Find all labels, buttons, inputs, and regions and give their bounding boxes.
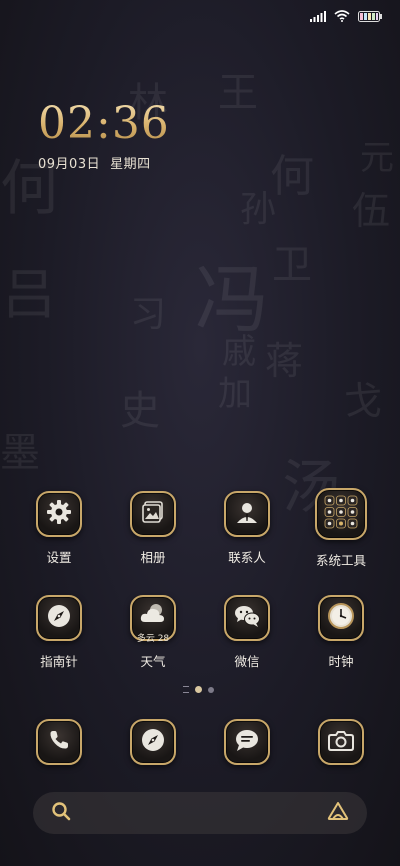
gallery-icon bbox=[141, 500, 165, 528]
app-wechat[interactable]: 微信 bbox=[208, 595, 286, 670]
browser-icon bbox=[140, 727, 166, 757]
feed-page-indicator bbox=[183, 686, 189, 693]
app-settings[interactable]: 设置 bbox=[20, 491, 98, 566]
app-contacts[interactable]: 联系人 bbox=[208, 491, 286, 566]
contacts-icon bbox=[234, 499, 260, 529]
assistant-icon[interactable] bbox=[327, 801, 349, 825]
app-clock[interactable]: 时钟 bbox=[302, 595, 380, 670]
gear-icon bbox=[46, 499, 72, 529]
clock-date: 09月03日 bbox=[38, 157, 101, 172]
compass-icon bbox=[46, 603, 72, 633]
search-bar[interactable] bbox=[33, 792, 367, 834]
folder-system-tools[interactable]: 系统工具 bbox=[302, 488, 380, 569]
app-label: 微信 bbox=[234, 654, 260, 669]
app-label: 指南针 bbox=[40, 654, 78, 669]
app-label: 相册 bbox=[140, 550, 166, 565]
app-label: 设置 bbox=[46, 550, 72, 565]
clock-date-line: 09月03日 星期四 bbox=[38, 153, 170, 172]
page-dot-active bbox=[195, 686, 202, 693]
weather-icon bbox=[139, 602, 167, 628]
app-compass[interactable]: 指南针 bbox=[20, 595, 98, 670]
folder-grid-icon bbox=[323, 494, 359, 534]
camera-icon bbox=[328, 729, 354, 755]
phone-icon bbox=[47, 728, 71, 756]
wechat-icon bbox=[233, 604, 261, 632]
status-bar bbox=[310, 10, 382, 22]
search-icon bbox=[51, 801, 71, 825]
clock-widget[interactable]: 02:36 09月03日 星期四 bbox=[38, 98, 170, 172]
dock-camera[interactable] bbox=[302, 719, 380, 765]
weather-summary: 多云 28 bbox=[136, 634, 170, 644]
app-label: 时钟 bbox=[328, 654, 354, 669]
dock-messages[interactable] bbox=[208, 719, 286, 765]
app-label: 联系人 bbox=[228, 550, 266, 565]
battery-icon bbox=[358, 10, 382, 22]
clock-icon bbox=[327, 602, 355, 634]
clock-time: 02:36 bbox=[38, 98, 170, 149]
app-label: 天气 bbox=[140, 654, 166, 669]
wifi-icon bbox=[334, 10, 350, 22]
app-weather[interactable]: 多云 28 天气 bbox=[114, 595, 192, 670]
page-indicator[interactable] bbox=[183, 686, 214, 693]
dock-phone[interactable] bbox=[20, 719, 98, 765]
app-label: 系统工具 bbox=[315, 553, 366, 568]
signal-icon bbox=[310, 10, 326, 22]
dock-browser[interactable] bbox=[114, 719, 192, 765]
app-gallery[interactable]: 相册 bbox=[114, 491, 192, 566]
messages-icon bbox=[234, 728, 260, 756]
page-dot bbox=[208, 686, 214, 693]
clock-weekday: 星期四 bbox=[110, 157, 151, 172]
